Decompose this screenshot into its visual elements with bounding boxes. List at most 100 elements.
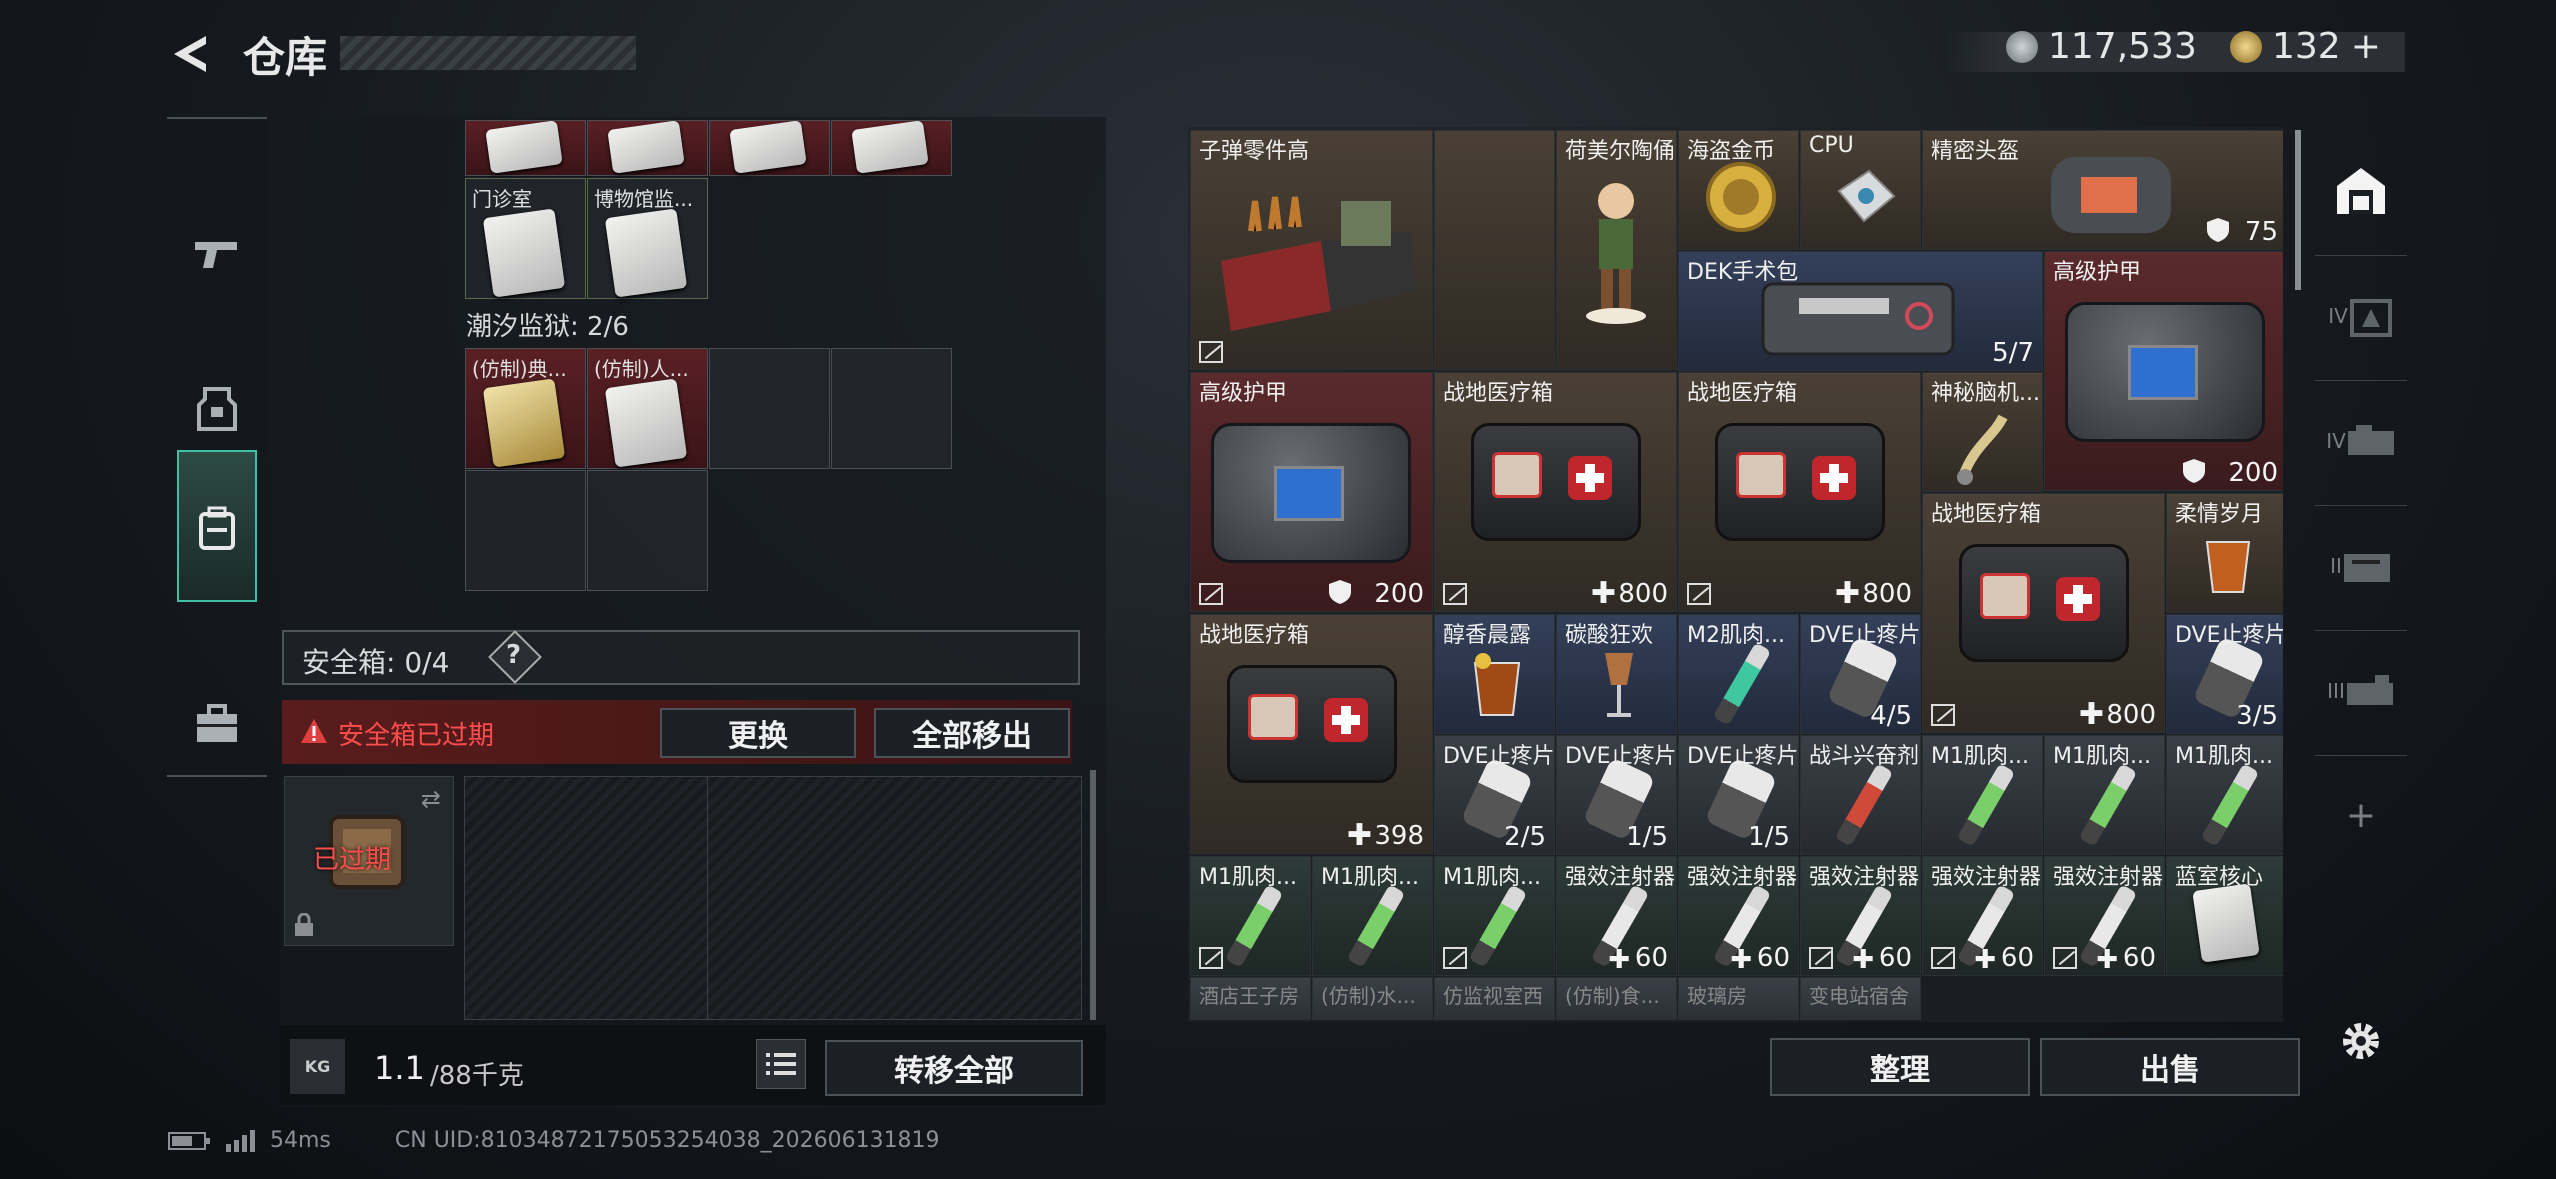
currency-gold[interactable]: 132 + [2230,26,2381,67]
item-cpu[interactable]: CPU [1800,130,1921,250]
battery-icon [168,1131,210,1150]
silver-amount: 117,533 [2048,26,2197,67]
item-armor[interactable]: 高级护甲 200 [1190,372,1433,612]
item-substation-key[interactable]: 变电站宿舍 [1800,977,1921,1020]
item-blue-core[interactable]: 蓝室核心 [2166,856,2283,976]
safe-box-card[interactable]: 已过期 ⇄ [284,776,454,946]
right-nav-add[interactable]: + [2315,755,2407,875]
item-dve[interactable]: DVE止疼片 1/5 [1678,735,1799,855]
item-medkit[interactable]: 战地医疗箱 ✚ 800 [1922,493,2165,733]
storage-slot-empty[interactable] [831,348,952,469]
storage-slot-empty[interactable] [465,470,586,591]
syringe-icon [1956,763,2016,847]
item-dve[interactable]: DVE止疼片 4/5 [1800,614,1921,734]
item-dek[interactable]: DEK手术包 5/7 [1678,251,2043,371]
nav-weapon[interactable] [167,179,267,329]
item-medkit[interactable]: 战地医疗箱 ✚ 800 [1678,372,1921,612]
item-glass-key[interactable]: 玻璃房 [1678,977,1799,1020]
lock-icon [1199,947,1223,969]
page-title: 仓库 [243,33,328,82]
item-combat-stim[interactable]: 战斗兴奋剂 [1800,735,1921,855]
lock-icon [1443,583,1467,605]
item-injector[interactable]: 强效注射器 ✚ 60 [1556,856,1677,976]
transfer-all-button[interactable]: 转移全部 [825,1040,1083,1096]
right-nav-storage[interactable] [2315,130,2407,250]
storage-item[interactable]: (仿制)人... [587,348,708,469]
list-view-button[interactable] [756,1039,806,1089]
sort-button[interactable]: 整理 [1770,1038,2030,1096]
item-tender-years[interactable]: 柔情岁月 [2166,493,2283,613]
item-bullet-parts[interactable]: 子弹零件高 [1190,130,1433,370]
medkit-icon [1959,544,2129,662]
lock-icon [295,913,313,936]
item-morning-dew[interactable]: 醇香晨露 [1434,614,1555,734]
item-dve[interactable]: DVE止疼片 1/5 [1556,735,1677,855]
right-nav-tier3[interactable]: III [2315,630,2407,750]
item-food-key[interactable]: (仿制)食... [1556,977,1677,1020]
move-all-out-button[interactable]: 全部移出 [874,708,1070,758]
storage-slot-empty[interactable] [587,470,708,591]
plus-icon: ✚ [1852,945,1874,975]
inventory-grid: 子弹零件高 荷美尔陶俑 海盗金币 CPU 精密头盔 75 DEK手术包 5/7 … [1190,130,2283,1020]
item-m1-muscle[interactable]: M1肌肉... [1312,856,1433,976]
back-arrow-icon [174,36,206,72]
nav-case[interactable] [167,649,267,799]
item-medkit[interactable]: 战地医疗箱 ✚ 398 [1190,614,1433,854]
right-nav-tier4b[interactable]: IV [2315,380,2407,500]
item-injector[interactable]: 强效注射器 ✚ 60 [2044,856,2165,976]
storage-slot[interactable] [587,120,708,176]
swap-icon[interactable]: ⇄ [421,785,441,813]
safe-box-slots[interactable] [464,776,1082,1020]
item-brain-chip[interactable]: 神秘脑机... [1922,372,2043,492]
inventory-scrollbar[interactable] [2295,130,2301,290]
item-m1-muscle[interactable]: M1肌肉... [1190,856,1311,976]
shield-icon [2207,218,2229,242]
item-label: 门诊室 [472,187,532,211]
storage-slot[interactable] [831,120,952,176]
currency-silver: 117,533 [2006,26,2197,67]
signal-icon [226,1129,255,1152]
item-helmet[interactable]: 精密头盔 75 [1922,130,2283,250]
item-carbonated[interactable]: 碳酸狂欢 [1556,614,1677,734]
gear-icon [2343,1023,2379,1059]
syringe-icon [2200,763,2260,847]
storage-item[interactable]: (仿制)典... [465,348,586,469]
silver-coin-icon [2006,30,2038,63]
item-hotel-key[interactable]: 酒店王子房 [1190,977,1311,1020]
settings-button[interactable] [2335,1015,2387,1067]
help-icon[interactable]: ? [506,640,521,670]
right-nav-tier2[interactable]: II [2315,505,2407,625]
storage-slot-empty[interactable] [709,348,830,469]
scrollbar[interactable] [1090,770,1096,1020]
item-dve[interactable]: DVE止疼片 2/5 [1434,735,1555,855]
item-m1-muscle[interactable]: M1肌肉... [2044,735,2165,855]
sell-button[interactable]: 出售 [2040,1038,2300,1096]
item-m1-muscle[interactable]: M1肌肉... [2166,735,2283,855]
item-injector[interactable]: 强效注射器 ✚ 60 [1800,856,1921,976]
nav-backpack[interactable] [177,450,257,602]
item-m1-muscle[interactable]: M1肌肉... [1922,735,2043,855]
storage-item[interactable]: 门诊室 [465,178,586,299]
medkit-icon [1227,665,1397,783]
storage-slot[interactable] [465,120,586,176]
item-medkit[interactable]: 战地医疗箱 ✚ 800 [1434,372,1677,612]
item-m2-muscle[interactable]: M2肌肉... [1678,614,1799,734]
item-pirate-coin[interactable]: 海盗金币 [1678,130,1799,250]
item-dve[interactable]: DVE止疼片 3/5 [2166,614,2283,734]
storage-item[interactable]: 博物馆监... [587,178,708,299]
item-injector[interactable]: 强效注射器 ✚ 60 [1922,856,2043,976]
plus-icon: ✚ [1834,576,1860,611]
storage-slot[interactable] [709,120,830,176]
back-button[interactable] [166,30,214,78]
right-nav-tier4a[interactable]: IV [2315,255,2407,375]
item-bullet-parts-cont[interactable] [1434,130,1555,370]
item-armor[interactable]: 高级护甲 200 [2044,251,2283,491]
item-water-key[interactable]: (仿制)水... [1312,977,1433,1020]
item-m1-muscle[interactable]: M1肌肉... [1434,856,1555,976]
plus-icon: ✚ [1590,576,1616,611]
item-hummel[interactable]: 荷美尔陶俑 [1556,130,1677,370]
add-currency-icon[interactable]: + [2351,26,2381,67]
item-prison-key[interactable]: 仿监视室西 [1434,977,1555,1020]
replace-button[interactable]: 更换 [660,708,856,758]
item-injector[interactable]: 强效注射器 ✚ 60 [1678,856,1799,976]
